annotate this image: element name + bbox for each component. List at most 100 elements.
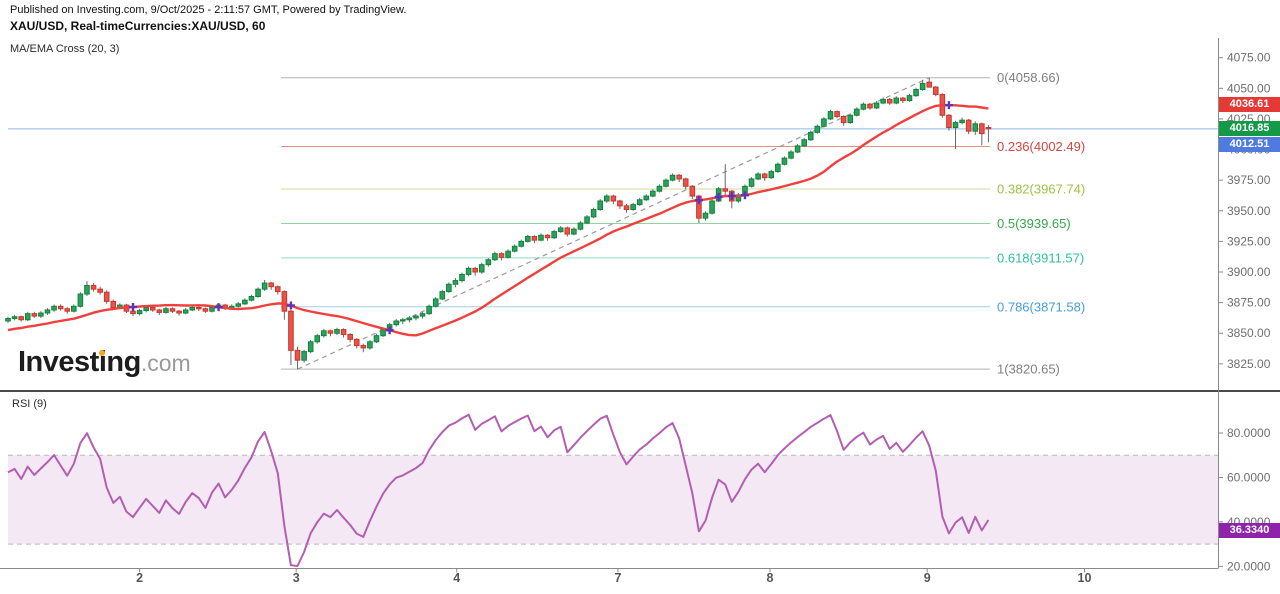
candle-up <box>822 119 827 126</box>
candle-up <box>920 83 925 89</box>
candle-up <box>243 300 248 304</box>
candle-up <box>466 268 471 274</box>
candle-up <box>657 186 662 191</box>
candle-up <box>802 140 807 146</box>
candle-up <box>322 331 327 336</box>
candle-up <box>335 330 340 334</box>
candle-up <box>190 308 195 310</box>
symbol-title: XAU/USD, Real-timeCurrencies:XAU/USD, 60 <box>10 19 265 33</box>
candle-up <box>72 306 77 311</box>
candle-down <box>65 309 70 311</box>
candle-down <box>282 292 287 312</box>
candle-up <box>85 285 90 294</box>
candle-up <box>249 296 254 300</box>
candle-down <box>111 301 116 307</box>
candle-up <box>394 321 399 325</box>
candle-down <box>328 331 333 333</box>
candle-up <box>453 281 458 285</box>
rsi-value-badge: 36.3340 <box>1219 523 1280 538</box>
candle-up <box>815 126 820 132</box>
published-line: Published on Investing.com, 9/Oct/2025 -… <box>10 4 406 16</box>
candle-down <box>275 287 280 292</box>
candle-up <box>710 201 715 213</box>
candle-down <box>341 330 346 335</box>
candle-up <box>6 319 11 321</box>
candle-up <box>795 146 800 152</box>
candle-down <box>289 311 294 350</box>
candle-down <box>841 116 846 122</box>
candle-up <box>45 310 50 313</box>
candle-down <box>683 179 688 186</box>
candle-up <box>52 306 57 310</box>
candle-up <box>433 299 438 306</box>
candle-up <box>506 251 511 257</box>
candle-up <box>881 99 886 103</box>
candle-up <box>144 308 149 311</box>
fib-level-label: 0.236(4002.49) <box>997 139 1085 154</box>
candle-up <box>828 112 833 119</box>
candle-down <box>611 196 616 201</box>
candle-up <box>861 104 866 109</box>
candle-up <box>236 304 241 306</box>
candle-down <box>868 104 873 108</box>
candle-down <box>723 189 728 191</box>
candle-down <box>532 236 537 240</box>
candle-up <box>315 336 320 342</box>
candle-down <box>361 345 366 347</box>
candle-up <box>585 217 590 223</box>
watermark-yellow-dot <box>99 350 105 356</box>
ma20-line <box>8 105 988 335</box>
candle-up <box>907 96 912 101</box>
candle-down <box>58 306 63 308</box>
candle-down <box>104 292 109 301</box>
candle-up <box>749 179 754 186</box>
chart-canvas[interactable]: 0(4058.66)0.236(4002.49)0.382(3967.74)0.… <box>0 0 1280 594</box>
candle-up <box>25 314 30 320</box>
candle-up <box>302 352 307 361</box>
candle-up <box>572 229 577 234</box>
candle-up <box>368 342 373 348</box>
candle-up <box>12 317 17 319</box>
candle-down <box>927 82 932 87</box>
candle-down <box>150 308 155 310</box>
candle-up <box>631 205 636 210</box>
watermark-text: Investing <box>18 346 141 378</box>
candle-up <box>401 320 406 321</box>
candle-up <box>808 132 813 139</box>
rsi-indicator-label: RSI (9) <box>12 398 47 410</box>
candle-up <box>874 103 879 108</box>
candle-up <box>591 210 596 217</box>
candle-down <box>901 98 906 100</box>
fib-level-label: 0.5(3939.65) <box>997 216 1071 231</box>
candle-up <box>552 232 557 238</box>
candle-down <box>354 339 359 345</box>
candle-up <box>374 336 379 342</box>
candle-down <box>618 201 623 206</box>
candle-down <box>545 235 550 237</box>
candle-down <box>499 254 504 258</box>
candle-down <box>131 311 136 313</box>
candle-up <box>973 124 978 131</box>
candle-down <box>624 206 629 210</box>
candle-up <box>776 164 781 171</box>
candle-up <box>183 310 188 313</box>
candle-up <box>782 158 787 164</box>
candle-up <box>420 314 425 316</box>
candle-down <box>947 115 952 127</box>
candle-down <box>295 350 300 360</box>
candle-down <box>348 334 353 339</box>
price-axis[interactable] <box>1218 38 1280 569</box>
candle-down <box>32 314 37 316</box>
candle-up <box>164 309 169 313</box>
candle-up <box>756 174 761 179</box>
fib-level-label: 0.382(3967.74) <box>997 182 1085 197</box>
candle-up <box>703 213 708 218</box>
candle-down <box>157 310 162 312</box>
candle-up <box>493 254 498 260</box>
time-axis[interactable] <box>0 569 1218 594</box>
candle-up <box>486 260 491 265</box>
candle-up <box>651 191 656 196</box>
rsi-band <box>8 455 1218 544</box>
candle-down <box>835 112 840 117</box>
candle-down <box>565 228 570 234</box>
